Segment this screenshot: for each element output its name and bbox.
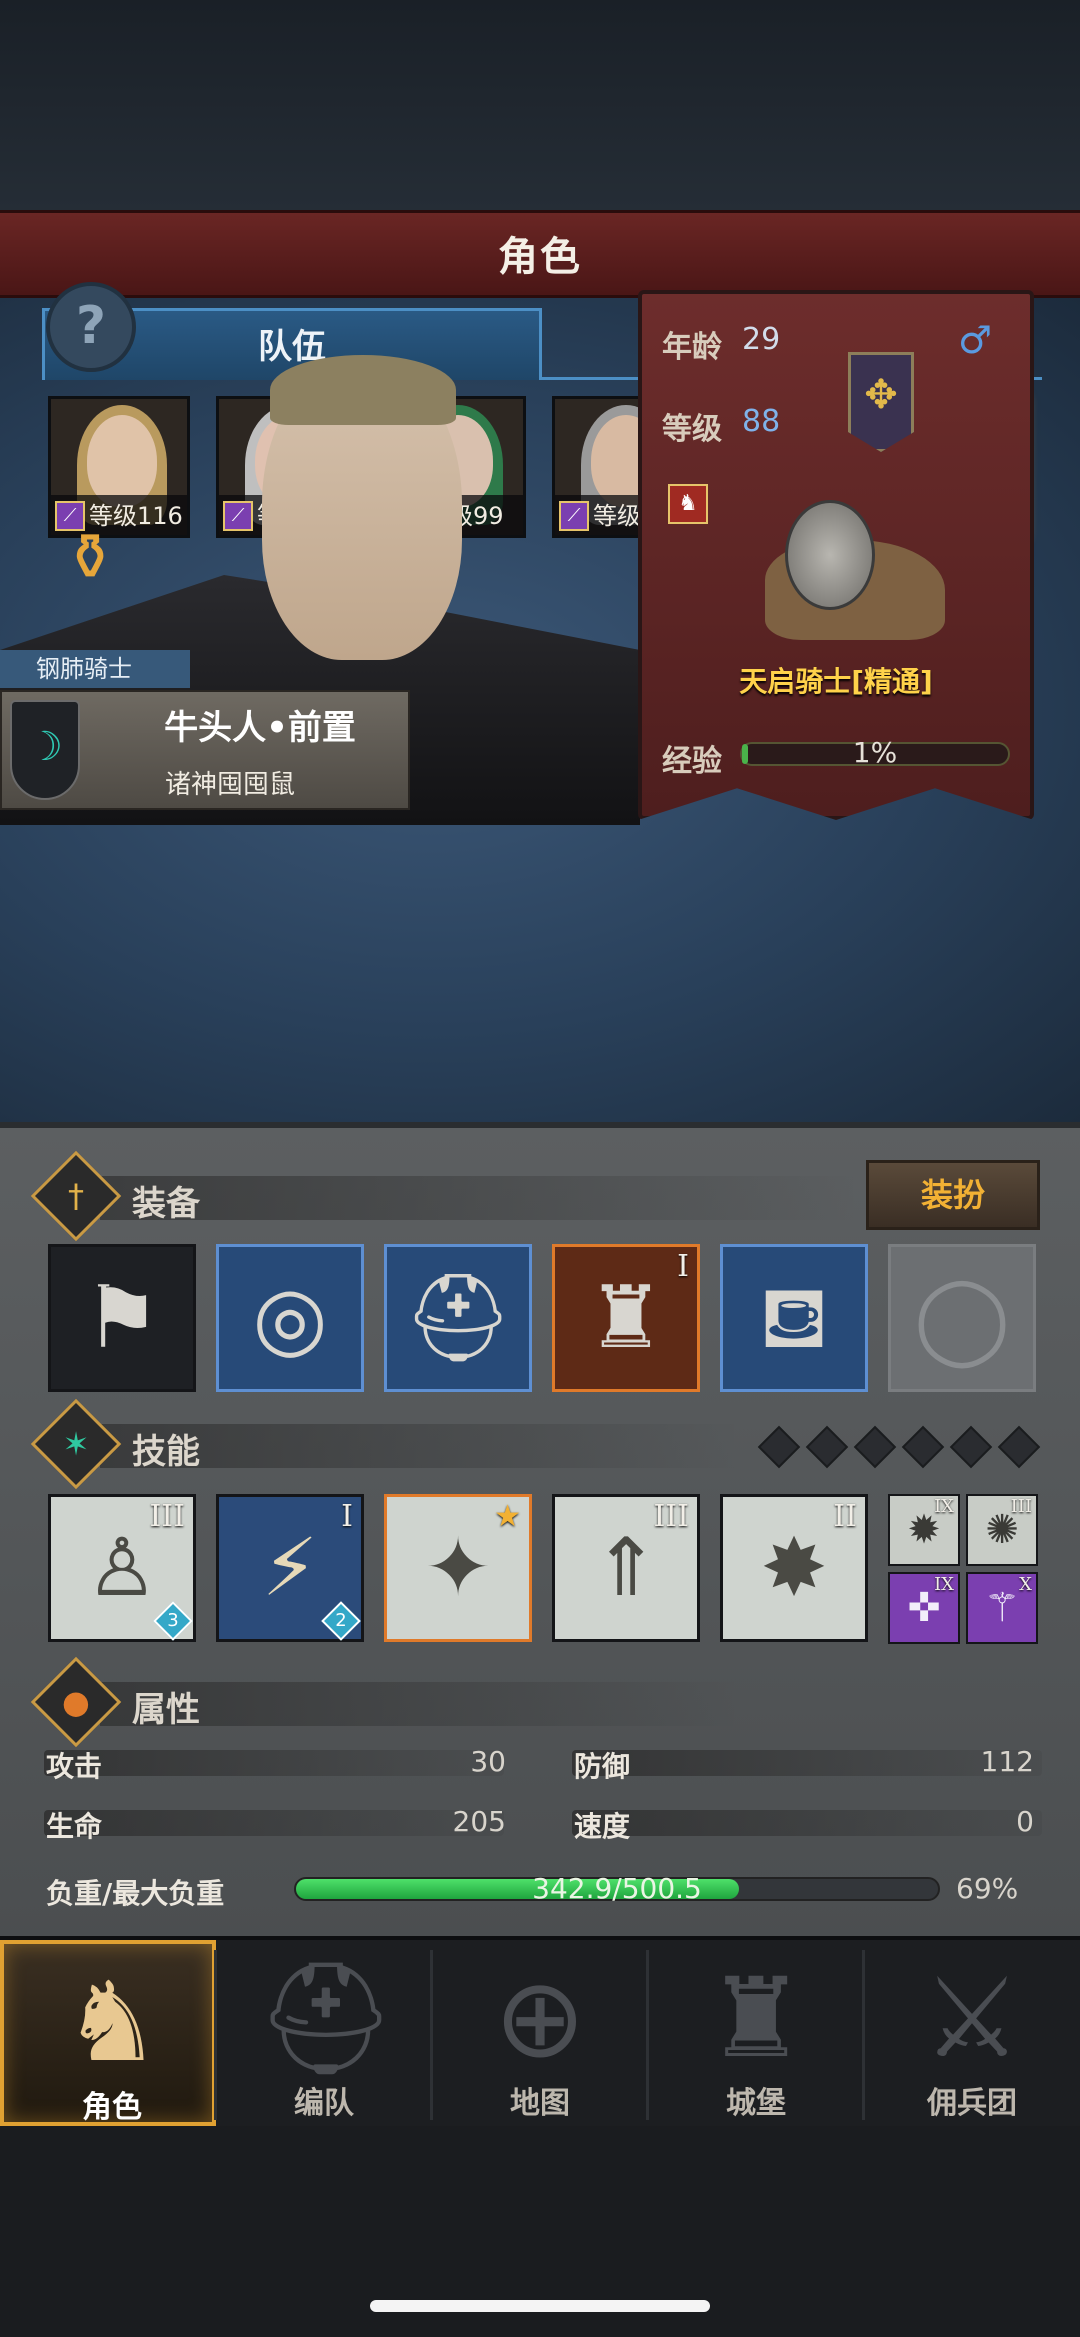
level-value: 88 xyxy=(742,404,781,439)
mount-art xyxy=(735,470,965,650)
nav-label: 编队 xyxy=(294,2086,354,2121)
skill-count: 3 xyxy=(167,1610,179,1631)
tier-label: III xyxy=(653,1499,689,1534)
nav-label: 城堡 xyxy=(726,2086,786,2121)
hero-title: 诸神囤囤鼠 xyxy=(164,770,295,800)
potion-icon[interactable]: ⚱ xyxy=(44,512,136,604)
skills-title: 技能 xyxy=(132,1432,200,1472)
tier-label: I xyxy=(677,1249,689,1284)
ring-icon: ◯ xyxy=(913,1268,1011,1368)
equipment-title: 装备 xyxy=(132,1184,200,1224)
ring-slot[interactable]: ◯ xyxy=(888,1244,1036,1392)
age-value: 29 xyxy=(742,322,781,357)
speed-value: 0 xyxy=(1016,1805,1034,1838)
attack-label: 攻击 xyxy=(46,1750,103,1783)
exp-value: 1% xyxy=(852,736,898,769)
tier-label: X xyxy=(1019,1574,1032,1595)
banner-weapon-icon: ⚑ xyxy=(83,1268,161,1368)
nav-divider xyxy=(430,1950,433,2120)
star-icon: ★ xyxy=(494,1499,521,1534)
armor-slot[interactable]: ♜ I xyxy=(552,1244,700,1392)
passive-skill[interactable]: ✹ IX xyxy=(888,1494,960,1566)
shield-icon: ◎ xyxy=(252,1268,328,1368)
equipment-header-bar xyxy=(100,1176,860,1220)
defense-label: 防御 xyxy=(574,1750,631,1783)
dress-up-button[interactable]: 装扮 xyxy=(866,1160,1040,1230)
passive-skill[interactable]: ⚚ X xyxy=(966,1572,1038,1644)
nav-helmet[interactable]: ⛑ 编队 xyxy=(216,1940,432,2126)
header-banner: 角色 xyxy=(0,210,1080,298)
mercenary-icon: ⚔ xyxy=(922,1954,1022,2082)
nav-divider xyxy=(862,1950,865,2120)
nav-divider xyxy=(214,1950,217,2120)
load-value: 342.9/500.5 xyxy=(532,1872,702,1905)
hero-class-tag: 钢肺骑士 xyxy=(0,650,190,688)
hero-hair-art xyxy=(270,355,456,425)
knight-icon: ♞ xyxy=(62,1958,162,2086)
nav-label: 地图 xyxy=(510,2086,570,2121)
load-label: 负重/最大负重 xyxy=(46,1877,225,1910)
skill-slot[interactable]: ✸ II xyxy=(720,1494,868,1642)
exp-label: 经验 xyxy=(662,744,722,779)
nav-label: 角色 xyxy=(82,2090,142,2125)
spear-icon: ⟋ xyxy=(559,501,589,531)
skill-slot[interactable]: ♙ III 3 xyxy=(48,1494,196,1642)
skill-slot[interactable]: ⚡ I 2 xyxy=(216,1494,364,1642)
skill-slot[interactable]: ⇑ III xyxy=(552,1494,700,1642)
armor-icon: ♜ xyxy=(587,1268,665,1368)
attack-value: 30 xyxy=(470,1745,506,1778)
hero-name: 牛头人•前置 xyxy=(164,708,356,748)
speed-label: 速度 xyxy=(574,1810,631,1843)
skill-art-icon: ⚡ xyxy=(261,1521,319,1614)
passive-skill[interactable]: ✜ IX xyxy=(888,1572,960,1644)
page-title: 角色 xyxy=(498,234,582,280)
nav-compass-map[interactable]: ⊕ 地图 xyxy=(432,1940,648,2126)
tier-label: III xyxy=(1010,1496,1032,1517)
nav-castle[interactable]: ♜ 城堡 xyxy=(648,1940,864,2126)
home-indicator[interactable] xyxy=(370,2300,710,2312)
helmet-icon: ⛑ xyxy=(403,1268,513,1368)
portrait-face-art xyxy=(87,415,157,507)
spear-icon: ⟋ xyxy=(223,501,253,531)
guild-shield-icon: ☽ xyxy=(10,700,80,800)
banner-icon: ✥ xyxy=(848,352,914,452)
male-icon: ♂ xyxy=(958,318,993,362)
mount-class-name: 天启骑士[精通] xyxy=(739,665,933,698)
nav-label: 佣兵团 xyxy=(927,2086,1017,2121)
nav-divider xyxy=(646,1950,649,2120)
tier-label: I xyxy=(341,1499,353,1534)
shield-art xyxy=(785,500,875,610)
hp-value: 205 xyxy=(452,1805,506,1838)
defense-value: 112 xyxy=(980,1745,1034,1778)
tier-label: IX xyxy=(934,1574,954,1595)
tier-label: IX xyxy=(934,1496,954,1517)
castle-icon: ♜ xyxy=(706,1954,806,2082)
help-button[interactable]: ? xyxy=(46,282,136,372)
status-area xyxy=(0,0,1080,210)
boots-slot[interactable]: ⛾ xyxy=(720,1244,868,1392)
question-icon: ? xyxy=(75,296,107,356)
attributes-title: 属性 xyxy=(132,1690,200,1730)
banner-weapon-slot[interactable]: ⚑ xyxy=(48,1244,196,1392)
skill-count: 2 xyxy=(335,1610,347,1631)
passive-skill[interactable]: ✺ III xyxy=(966,1494,1038,1566)
compass-map-icon: ⊕ xyxy=(493,1954,587,2082)
tier-label: II xyxy=(833,1499,857,1534)
helmet-icon: ⛑ xyxy=(256,1954,396,2082)
hp-label: 生命 xyxy=(46,1810,103,1843)
nav-knight[interactable]: ♞ 角色 xyxy=(0,1940,216,2126)
tier-label: III xyxy=(149,1499,185,1534)
skill-slot[interactable]: ✦ ★ xyxy=(384,1494,532,1642)
boots-icon: ⛾ xyxy=(758,1268,830,1368)
nav-mercenary[interactable]: ⚔ 佣兵团 xyxy=(864,1940,1080,2126)
helmet-slot[interactable]: ⛑ xyxy=(384,1244,532,1392)
shield-slot[interactable]: ◎ xyxy=(216,1244,364,1392)
horse-class-icon[interactable]: ♞ xyxy=(668,484,708,524)
level-label: 等级 xyxy=(662,412,722,447)
age-label: 年龄 xyxy=(662,330,722,365)
load-percent: 69% xyxy=(956,1872,1019,1905)
